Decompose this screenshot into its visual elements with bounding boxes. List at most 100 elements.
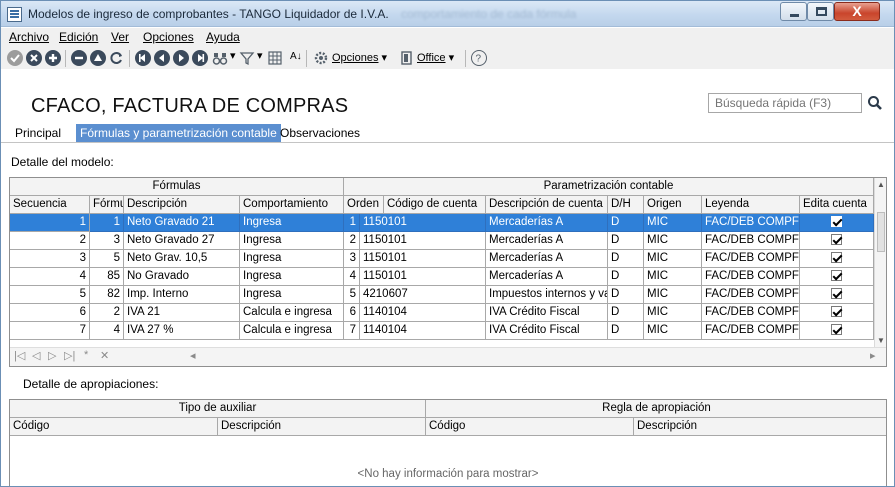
next-record-icon[interactable]	[173, 50, 189, 66]
table-cell-comportamiento[interactable]: Ingresa	[240, 268, 344, 286]
table-cell-orden[interactable]: 3	[344, 250, 360, 268]
table-cell-origen[interactable]: MIC	[644, 286, 702, 304]
table-cell-orden[interactable]: 1	[344, 214, 360, 232]
table-cell-edita[interactable]	[800, 268, 874, 286]
table-cell-leyenda[interactable]: FAC/DEB COMPF	[702, 322, 800, 340]
table-cell-desc-cuenta[interactable]: Mercaderías A	[486, 250, 608, 268]
edit-account-checkbox[interactable]	[831, 270, 842, 281]
table-cell-descripcion[interactable]: Neto Gravado 27	[124, 232, 240, 250]
edit-icon[interactable]	[90, 50, 106, 66]
check-icon[interactable]	[7, 50, 23, 66]
table-cell-codigo[interactable]: 1140104	[360, 304, 486, 322]
table-cell-desc-cuenta[interactable]: Mercaderías A	[486, 232, 608, 250]
table-cell-desc-cuenta[interactable]: IVA Crédito Fiscal	[486, 322, 608, 340]
menu-ver[interactable]: Ver	[111, 30, 129, 44]
table-cell-secuencia[interactable]: 6	[10, 304, 90, 322]
grid-vertical-scrollbar[interactable]: ▲ ▼	[874, 178, 886, 348]
column-header[interactable]: Origen	[644, 196, 702, 214]
table-cell-comportamiento[interactable]: Calcula e ingresa	[240, 304, 344, 322]
table-cell-codigo[interactable]: 1140104	[360, 322, 486, 340]
options-button[interactable]: Opciones ▾	[332, 51, 387, 64]
table-cell-formula[interactable]: 5	[90, 250, 124, 268]
column-header[interactable]: Código	[426, 418, 634, 436]
table-cell-orden[interactable]: 2	[344, 232, 360, 250]
table-cell-dh[interactable]: D	[608, 286, 644, 304]
column-header[interactable]: Leyenda	[702, 196, 800, 214]
table-cell-dh[interactable]: D	[608, 268, 644, 286]
column-header[interactable]: D/H	[608, 196, 644, 214]
menu-edicion[interactable]: Edición	[59, 30, 98, 44]
help-icon[interactable]: ?	[471, 50, 487, 66]
scrollbar-thumb[interactable]	[877, 212, 885, 252]
nav-previous-icon[interactable]: ◁	[32, 349, 40, 362]
table-cell-leyenda[interactable]: FAC/DEB COMPF	[702, 232, 800, 250]
table-cell-formula[interactable]: 3	[90, 232, 124, 250]
binoculars-dropdown-icon[interactable]: ▾	[230, 49, 236, 62]
edit-account-checkbox[interactable]	[831, 324, 842, 335]
binoculars-icon[interactable]	[212, 50, 228, 66]
column-header[interactable]: Descripción	[634, 418, 886, 436]
table-cell-desc-cuenta[interactable]: Mercaderías A	[486, 214, 608, 232]
table-cell-dh[interactable]: D	[608, 304, 644, 322]
table-cell-codigo[interactable]: 4210607	[360, 286, 486, 304]
column-header[interactable]: Descripción de cuenta	[486, 196, 608, 214]
table-cell-formula[interactable]: 1	[90, 214, 124, 232]
table-cell-descripcion[interactable]: IVA 21	[124, 304, 240, 322]
column-header[interactable]: Descripción	[218, 418, 426, 436]
table-cell-orden[interactable]: 7	[344, 322, 360, 340]
nav-delete-icon[interactable]: ✕	[100, 349, 109, 362]
tab-formulas[interactable]: Fórmulas y parametrización contable	[76, 124, 281, 142]
grid-icon[interactable]	[267, 50, 283, 66]
table-cell-desc-cuenta[interactable]: Mercaderías A	[486, 268, 608, 286]
edit-account-checkbox[interactable]	[831, 234, 842, 245]
table-cell-secuencia[interactable]: 3	[10, 250, 90, 268]
nav-last-icon[interactable]: ▷|	[64, 349, 75, 362]
table-cell-origen[interactable]: MIC	[644, 304, 702, 322]
filter-dropdown-icon[interactable]: ▾	[257, 49, 263, 62]
table-cell-formula[interactable]: 85	[90, 268, 124, 286]
table-cell-edita[interactable]	[800, 286, 874, 304]
edit-account-checkbox[interactable]	[831, 306, 842, 317]
previous-record-icon[interactable]	[154, 50, 170, 66]
menu-ayuda[interactable]: Ayuda	[206, 30, 240, 44]
table-cell-formula[interactable]: 2	[90, 304, 124, 322]
table-cell-dh[interactable]: D	[608, 250, 644, 268]
search-icon[interactable]	[867, 95, 883, 111]
table-cell-comportamiento[interactable]: Calcula e ingresa	[240, 322, 344, 340]
table-cell-origen[interactable]: MIC	[644, 268, 702, 286]
table-cell-dh[interactable]: D	[608, 214, 644, 232]
column-header[interactable]: Fórmula	[90, 196, 124, 214]
add-icon[interactable]	[45, 50, 61, 66]
table-cell-comportamiento[interactable]: Ingresa	[240, 232, 344, 250]
table-cell-formula[interactable]: 4	[90, 322, 124, 340]
table-cell-descripcion[interactable]: Neto Grav. 10,5	[124, 250, 240, 268]
table-cell-orden[interactable]: 4	[344, 268, 360, 286]
office-icon[interactable]	[399, 50, 415, 66]
filter-icon[interactable]	[239, 50, 255, 66]
table-cell-descripcion[interactable]: Imp. Interno	[124, 286, 240, 304]
column-header[interactable]: Comportamiento	[240, 196, 344, 214]
scroll-up-icon[interactable]: ▲	[877, 180, 885, 189]
table-cell-origen[interactable]: MIC	[644, 322, 702, 340]
hscroll-right-icon[interactable]: ▸	[870, 349, 876, 362]
table-cell-origen[interactable]: MIC	[644, 250, 702, 268]
column-header[interactable]: Código de cuenta	[384, 196, 486, 214]
hscroll-left-icon[interactable]: ◂	[190, 349, 196, 362]
table-cell-orden[interactable]: 6	[344, 304, 360, 322]
gear-icon[interactable]	[313, 50, 329, 66]
tab-observaciones[interactable]: Observaciones	[276, 124, 364, 142]
search-box[interactable]	[708, 93, 862, 113]
column-header[interactable]: Orden	[344, 196, 384, 214]
menu-archivo[interactable]: Archivo	[9, 30, 49, 44]
office-button[interactable]: Office ▾	[417, 51, 454, 64]
nav-next-icon[interactable]: ▷	[48, 349, 56, 362]
table-cell-codigo[interactable]: 1150101	[360, 268, 486, 286]
table-cell-secuencia[interactable]: 4	[10, 268, 90, 286]
table-cell-descripcion[interactable]: No Gravado	[124, 268, 240, 286]
edit-account-checkbox[interactable]	[831, 288, 842, 299]
table-cell-desc-cuenta[interactable]: IVA Crédito Fiscal	[486, 304, 608, 322]
table-cell-edita[interactable]	[800, 304, 874, 322]
table-cell-descripcion[interactable]: IVA 27 %	[124, 322, 240, 340]
column-header[interactable]: Secuencia	[10, 196, 90, 214]
column-header[interactable]: Descripción	[124, 196, 240, 214]
